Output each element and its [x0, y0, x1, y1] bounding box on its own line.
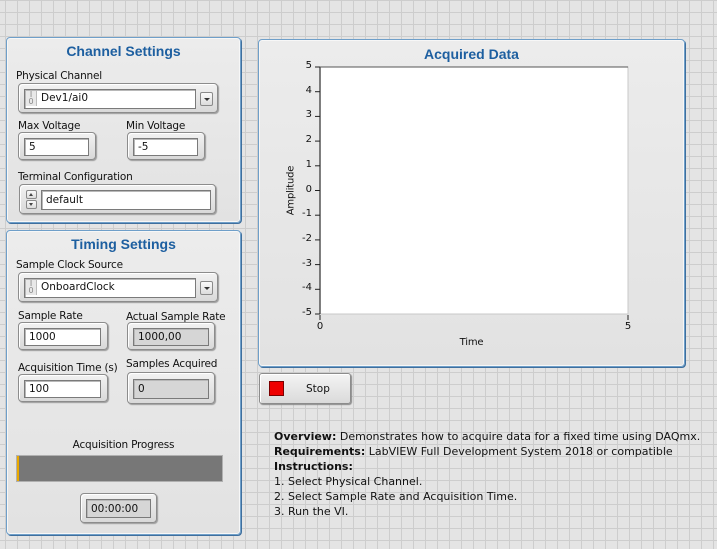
sample-clock-source-input[interactable]: I0 OnboardClock: [24, 278, 196, 298]
timing-settings-title: Timing Settings: [71, 236, 176, 252]
sample-clock-source-frame: I0 OnboardClock: [18, 272, 218, 302]
acquisition-time-input[interactable]: 100: [24, 380, 101, 398]
instruction-step: 3. Run the VI.: [274, 505, 349, 518]
overview-text: Demonstrates how to acquire data for a f…: [336, 430, 701, 443]
acquisition-progress-bar: [16, 455, 223, 482]
requirements-label: Requirements:: [274, 445, 366, 458]
x-tick-label: 0: [316, 321, 324, 332]
y-tick-label: 3: [305, 109, 312, 121]
sample-clock-source-label: Sample Clock Source: [16, 259, 123, 271]
io-name-icon: I0: [26, 91, 37, 106]
y-tick-label: -2: [302, 232, 312, 244]
y-tick-label: 0: [305, 183, 312, 195]
physical-channel-dropdown-button[interactable]: [200, 92, 213, 106]
instruction-step: 2. Select Sample Rate and Acquisition Ti…: [274, 490, 518, 503]
samples-acquired-label: Samples Acquired: [126, 358, 218, 370]
min-voltage-label: Min Voltage: [126, 120, 186, 132]
elapsed-time-display: 00:00:00: [86, 499, 151, 518]
decrement-arrow-icon[interactable]: [26, 200, 37, 209]
increment-arrow-icon[interactable]: [26, 190, 37, 199]
overview-label: Overview:: [274, 430, 337, 443]
channel-settings-panel: Channel Settings Physical Channel I0 Dev…: [6, 37, 241, 223]
timing-settings-panel: Timing Settings Sample Clock Source I0 O…: [6, 230, 241, 535]
io-name-icon: I0: [26, 280, 37, 295]
min-voltage-input[interactable]: -5: [133, 138, 198, 156]
stop-button[interactable]: Stop: [259, 373, 351, 404]
y-tick-label: -3: [302, 257, 312, 269]
instruction-step: 1. Select Physical Channel.: [274, 475, 423, 488]
acquisition-progress-label: Acquisition Progress: [72, 439, 175, 451]
sample-rate-frame: 1000: [18, 322, 108, 350]
sample-rate-input[interactable]: 1000: [24, 328, 101, 346]
samples-acquired-frame: 0: [127, 372, 215, 404]
max-voltage-frame: 5: [18, 132, 96, 160]
channel-settings-title: Channel Settings: [66, 43, 181, 59]
acquisition-time-label: Acquisition Time (s): [18, 362, 118, 374]
max-voltage-input[interactable]: 5: [24, 138, 89, 156]
stop-led-icon: [269, 381, 284, 396]
requirements-text: LabVIEW Full Development System 2018 or …: [365, 445, 673, 458]
vi-description: Overview: Demonstrates how to acquire da…: [274, 429, 700, 519]
terminal-configuration-label: Terminal Configuration: [18, 171, 133, 183]
samples-acquired-display: 0: [133, 379, 209, 399]
y-tick-label: -5: [302, 307, 312, 318]
sample-clock-source-dropdown-button[interactable]: [200, 281, 213, 295]
acquisition-time-frame: 100: [18, 374, 108, 402]
physical-channel-frame: I0 Dev1/ai0: [18, 83, 218, 113]
min-voltage-frame: -5: [127, 132, 205, 160]
overview-line: Overview: Demonstrates how to acquire da…: [274, 429, 700, 444]
max-voltage-label: Max Voltage: [18, 120, 81, 132]
instructions-label: Instructions:: [274, 460, 353, 473]
physical-channel-input[interactable]: I0 Dev1/ai0: [24, 89, 196, 109]
y-tick-label: -1: [302, 208, 312, 220]
elapsed-time-frame: 00:00:00: [80, 493, 157, 523]
acquired-data-graph: Acquired Data Amplitude Time 5 4 3 2 1 0 -1 -2-…: [258, 39, 685, 367]
physical-channel-value: Dev1/ai0: [41, 92, 89, 104]
stop-button-label: Stop: [306, 383, 330, 395]
y-tick-label: -4: [302, 282, 312, 294]
x-axis-label: Time: [459, 337, 484, 348]
physical-channel-label: Physical Channel: [16, 70, 102, 82]
y-tick-label: 4: [305, 84, 312, 96]
terminal-configuration-input[interactable]: default: [41, 190, 211, 210]
terminal-configuration-frame: default: [19, 184, 216, 214]
actual-sample-rate-frame: 1000,00: [127, 322, 215, 350]
sample-clock-source-value: OnboardClock: [41, 281, 115, 293]
actual-sample-rate-display: 1000,00: [133, 328, 209, 346]
requirements-line: Requirements: LabVIEW Full Development S…: [274, 444, 700, 459]
sample-rate-label: Sample Rate: [18, 310, 83, 322]
x-tick-label: 5: [624, 321, 632, 332]
acquisition-progress-fill: [17, 456, 19, 481]
y-tick-label: 5: [305, 60, 312, 71]
y-tick-label: 1: [305, 158, 312, 170]
x-axis: [319, 315, 629, 320]
terminal-configuration-spinner[interactable]: [26, 190, 37, 209]
plot-area[interactable]: [319, 66, 629, 315]
graph-plot-area-svg: [315, 66, 629, 320]
y-tick-label: 2: [305, 134, 312, 146]
